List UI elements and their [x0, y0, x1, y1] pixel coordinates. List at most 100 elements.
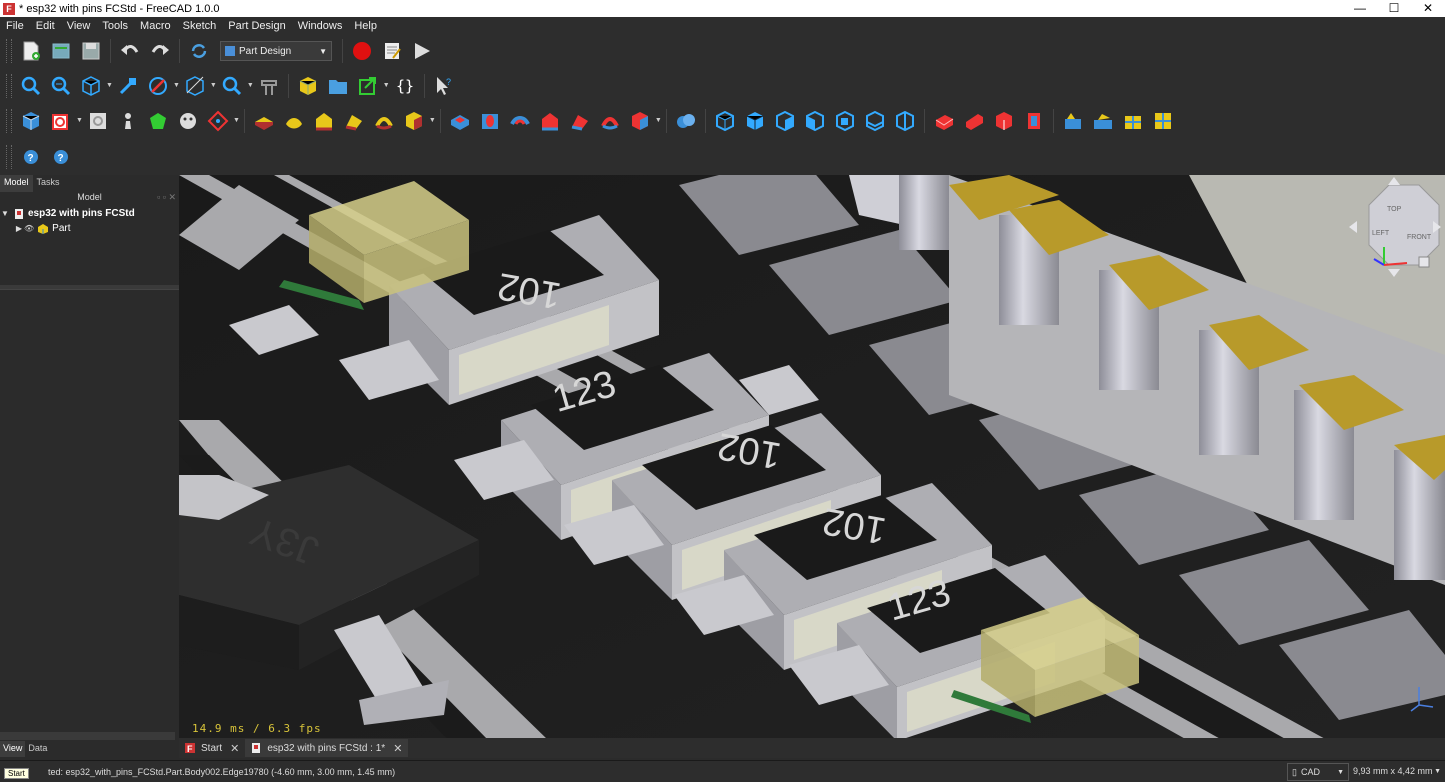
- additive-primitive-button[interactable]: [401, 108, 427, 134]
- toolbar-grip[interactable]: [6, 108, 12, 133]
- zoom-button[interactable]: [219, 73, 245, 99]
- mirrored-button[interactable]: [712, 108, 738, 134]
- tab-view[interactable]: View: [0, 741, 26, 757]
- datum-plane-button[interactable]: [205, 108, 231, 134]
- fillet-button[interactable]: [931, 108, 957, 134]
- chevron-down-icon[interactable]: ▼: [655, 117, 662, 124]
- hole-button[interactable]: [477, 108, 503, 134]
- linear-pattern-button[interactable]: [742, 108, 768, 134]
- chevron-down-icon[interactable]: ▼: [233, 117, 240, 124]
- menu-help[interactable]: Help: [348, 20, 383, 32]
- 3d-viewport[interactable]: J3Y 102 123 102 102 123 TOP FRONT LEFT 1…: [179, 175, 1445, 741]
- additive-pipe-button[interactable]: [341, 108, 367, 134]
- menu-windows[interactable]: Windows: [292, 20, 349, 32]
- draft-button[interactable]: [991, 108, 1017, 134]
- pcb-scene[interactable]: J3Y 102 123 102 102 123 TOP FRONT LEFT: [179, 175, 1445, 741]
- pocket-button[interactable]: [447, 108, 473, 134]
- close-icon[interactable]: ✕: [393, 742, 402, 755]
- collapse-arrow-icon[interactable]: ▶: [14, 224, 24, 233]
- menu-file[interactable]: File: [0, 20, 30, 32]
- dimensions-selector[interactable]: 9,93 mm x 4,42 mm ▼: [1353, 763, 1441, 779]
- navcube-front-face[interactable]: FRONT: [1407, 234, 1432, 241]
- macro-record-button[interactable]: [349, 38, 375, 64]
- redo-button[interactable]: [147, 38, 173, 64]
- tab-data[interactable]: Data: [25, 741, 50, 757]
- minimize-button[interactable]: —: [1343, 0, 1377, 17]
- chevron-down-icon[interactable]: ▼: [210, 82, 217, 89]
- menu-view[interactable]: View: [61, 20, 97, 32]
- isometric-view-button[interactable]: [78, 73, 104, 99]
- thickness-button[interactable]: [1021, 108, 1047, 134]
- chevron-down-icon[interactable]: ▼: [173, 82, 180, 89]
- close-icon[interactable]: ✕: [230, 742, 239, 755]
- validate-sketch-button[interactable]: [85, 108, 111, 134]
- standard-views-button[interactable]: [182, 73, 208, 99]
- pattern-7-button[interactable]: [892, 108, 918, 134]
- close-button[interactable]: ✕: [1411, 0, 1445, 17]
- chevron-down-icon[interactable]: ▼: [383, 82, 390, 89]
- save-document-button[interactable]: [78, 38, 104, 64]
- fit-selection-button[interactable]: [48, 73, 74, 99]
- navigation-style-selector[interactable]: ▯ CAD ▼: [1287, 763, 1349, 781]
- multi-transform-button[interactable]: [802, 108, 828, 134]
- assembly-1-button[interactable]: [1060, 108, 1086, 134]
- panel-dock-controls[interactable]: ▫ ▫ ✕: [157, 192, 176, 203]
- link-button[interactable]: [355, 73, 381, 99]
- toolbar-grip[interactable]: [6, 144, 12, 169]
- tree-item-document[interactable]: ▼ esp32 with pins FCStd: [0, 206, 179, 221]
- boolean-button[interactable]: [673, 108, 699, 134]
- new-document-button[interactable]: [18, 38, 44, 64]
- tree-item-part[interactable]: ▶ 👁 Part: [0, 221, 179, 236]
- refresh-button[interactable]: [186, 38, 212, 64]
- chevron-down-icon[interactable]: ▼: [76, 117, 83, 124]
- assembly-2-button[interactable]: [1090, 108, 1116, 134]
- tab-start[interactable]: F Start ✕: [179, 739, 245, 757]
- create-body-button[interactable]: [18, 108, 44, 134]
- assembly-4-button[interactable]: [1150, 108, 1176, 134]
- shape-binder-button[interactable]: [145, 108, 171, 134]
- polar-pattern-button[interactable]: [772, 108, 798, 134]
- subtractive-primitive-button[interactable]: [627, 108, 653, 134]
- new-group-button[interactable]: [325, 73, 351, 99]
- macro-edit-button[interactable]: [379, 38, 405, 64]
- revolution-button[interactable]: [281, 108, 307, 134]
- create-sketch-button[interactable]: [48, 108, 74, 134]
- additive-loft-button[interactable]: [311, 108, 337, 134]
- sub-shape-binder-button[interactable]: [175, 108, 201, 134]
- whats-this-button[interactable]: ?: [431, 73, 457, 99]
- open-document-button[interactable]: [48, 38, 74, 64]
- tab-esp32-document[interactable]: esp32 with pins FCStd : 1* ✕: [245, 739, 409, 757]
- fit-all-button[interactable]: [18, 73, 44, 99]
- menu-sketch[interactable]: Sketch: [177, 20, 223, 32]
- expand-arrow-icon[interactable]: ▼: [0, 209, 10, 218]
- workbench-selector[interactable]: Part Design ▼: [220, 41, 332, 61]
- macro-run-button[interactable]: [409, 38, 435, 64]
- navcube-top-face[interactable]: TOP: [1387, 206, 1402, 213]
- tab-model[interactable]: Model: [0, 175, 33, 192]
- new-part-button[interactable]: [295, 73, 321, 99]
- menu-edit[interactable]: Edit: [30, 20, 61, 32]
- maximize-button[interactable]: ☐: [1377, 0, 1411, 17]
- assembly-3-button[interactable]: [1120, 108, 1146, 134]
- clone-button[interactable]: [115, 108, 141, 134]
- undo-button[interactable]: [117, 38, 143, 64]
- pattern-6-button[interactable]: [862, 108, 888, 134]
- menu-macro[interactable]: Macro: [134, 20, 177, 32]
- tab-tasks[interactable]: Tasks: [33, 175, 64, 192]
- pad-button[interactable]: [251, 108, 277, 134]
- toolbar-grip[interactable]: [6, 39, 12, 63]
- draw-style-button[interactable]: [145, 73, 171, 99]
- scaled-button[interactable]: [832, 108, 858, 134]
- menu-part-design[interactable]: Part Design: [222, 20, 291, 32]
- subtractive-pipe-button[interactable]: [567, 108, 593, 134]
- measure-button[interactable]: [256, 73, 282, 99]
- chamfer-button[interactable]: [961, 108, 987, 134]
- chevron-down-icon[interactable]: ▼: [429, 117, 436, 124]
- visibility-eye-icon[interactable]: 👁: [24, 224, 34, 233]
- help-button-2[interactable]: ?: [48, 144, 74, 170]
- horizontal-scrollbar[interactable]: [0, 732, 175, 740]
- navcube-left-face[interactable]: LEFT: [1372, 230, 1390, 237]
- menu-tools[interactable]: Tools: [96, 20, 134, 32]
- bounding-box-button[interactable]: [115, 73, 141, 99]
- expression-button[interactable]: {}: [392, 73, 418, 99]
